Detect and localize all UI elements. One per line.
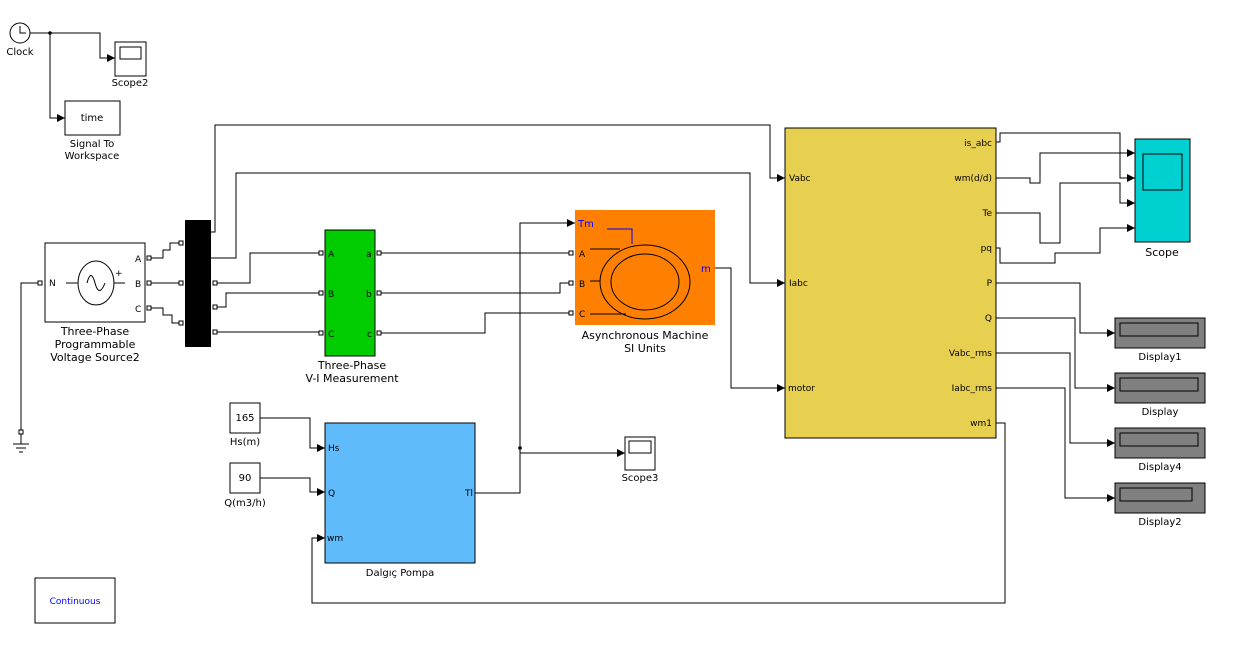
wire-is-abc[interactable] [996, 132, 1135, 182]
branch-point [48, 31, 52, 35]
display4-label: Display4 [1138, 462, 1181, 473]
ground-icon[interactable] [13, 429, 29, 453]
machine-in-b: B [579, 280, 585, 290]
scope-label: Scope [1145, 246, 1179, 259]
vi-out-b: b [366, 290, 372, 300]
display-block[interactable]: Display2 [1114, 482, 1206, 528]
powergui-label: Continuous [50, 597, 101, 607]
wire-machine-m[interactable] [715, 267, 785, 392]
wire-p[interactable] [996, 282, 1115, 337]
scope-screen-icon [1142, 153, 1183, 191]
powergui-block[interactable]: Continuous [34, 577, 116, 624]
machine-in-tm: Tm [577, 219, 594, 230]
wire-wm[interactable] [996, 149, 1135, 184]
wire-q[interactable] [260, 477, 325, 496]
pump-in-q: Q [328, 489, 335, 499]
sub-out-wm: wm(d/d) [954, 174, 992, 184]
machine-out-m: m [701, 264, 711, 275]
scope2-block[interactable]: Scope2 [112, 41, 149, 89]
scope3-block[interactable]: Scope3 [622, 436, 659, 484]
display1-label: Display1 [1138, 352, 1181, 363]
vi-in-b: B [328, 290, 334, 300]
voltage-source-block[interactable]: N A B C + Three-Phase Programmable Volta… [37, 242, 152, 364]
workspace-variable: time [81, 113, 104, 124]
scope-screen-icon [119, 46, 142, 60]
port-b: B [135, 280, 141, 290]
machine-label-2: SI Units [624, 342, 666, 355]
constant-hs-block[interactable]: 165 Hs(m) [229, 402, 261, 448]
scope-block[interactable]: Scope [1134, 138, 1191, 259]
sub-in-vabc: Vabc [789, 174, 811, 184]
pump-subsystem-block[interactable]: Hs Q wm Tl Dalgıç Pompa [324, 422, 476, 579]
clock-label: Clock [6, 47, 33, 58]
workspace-label-2: Workspace [65, 151, 120, 162]
sub-in-iabc: Iabc [789, 279, 808, 289]
pump-out-tl: Tl [464, 489, 473, 499]
display-label: Display [1142, 407, 1179, 418]
display-block[interactable]: Display4 [1114, 427, 1206, 473]
workspace-label-1: Signal To [70, 139, 114, 150]
port-a: A [135, 255, 142, 265]
constant-q-value: 90 [239, 473, 252, 484]
sub-out-wm1: wm1 [970, 419, 992, 429]
wire-pq[interactable] [996, 224, 1135, 264]
machine-label-1: Asynchronous Machine [582, 329, 709, 342]
vi-in-c: C [328, 330, 334, 340]
vi-out-c: c [367, 330, 372, 340]
asynchronous-machine-block[interactable]: Tm A B C m Asynchronous Machine SI Units [568, 210, 715, 355]
source-label-2: Programmable [55, 338, 136, 351]
simulink-canvas: Clock Scope2 time Signal To Workspace N … [6, 22, 1206, 624]
wire-vi-b[interactable] [379, 282, 571, 294]
measurement-subsystem-block[interactable]: Vabc Iabc motor is_abc wm(d/d) Te pq P Q… [784, 127, 997, 439]
constant-q-block[interactable]: 90 Q(m3/h) [224, 462, 266, 509]
sub-out-vabc-rms: Vabc_rms [949, 349, 992, 359]
sub-in-motor: motor [788, 384, 815, 394]
wire-bus-b[interactable] [215, 292, 321, 308]
sub-out-iabc-rms: Iabc_rms [952, 384, 993, 394]
sub-out-pq: pq [981, 244, 992, 254]
port-n: N [49, 279, 56, 289]
source-label-1: Three-Phase [60, 325, 130, 338]
machine-in-c: C [579, 310, 585, 320]
to-workspace-block[interactable]: time Signal To Workspace [64, 100, 121, 162]
display-block[interactable]: Display [1114, 372, 1206, 418]
pump-in-hs: Hs [328, 444, 340, 454]
plus-sign: + [115, 269, 123, 279]
branch-point [518, 446, 522, 450]
vi-label-1: Three-Phase [317, 359, 387, 372]
wire-vi-c[interactable] [379, 312, 571, 334]
wire-clock-scope2[interactable] [30, 32, 115, 62]
wire-vabc-rms[interactable] [996, 352, 1115, 447]
constant-hs-value: 165 [235, 413, 254, 424]
constant-q-label: Q(m3/h) [224, 498, 266, 509]
pump-in-wm: wm [327, 534, 343, 544]
wire-ground[interactable] [20, 282, 40, 432]
vi-out-a: a [366, 250, 372, 260]
pump-label: Dalgıç Pompa [366, 568, 434, 579]
sub-out-is-abc: is_abc [964, 139, 992, 149]
source-label-3: Voltage Source2 [50, 351, 140, 364]
wire-clock-workspace[interactable] [49, 33, 65, 122]
vi-in-a: A [328, 250, 335, 260]
scope2-label: Scope2 [112, 78, 149, 89]
constant-hs-label: Hs(m) [230, 437, 260, 448]
sub-out-te: Te [981, 209, 992, 219]
wire-source-a[interactable] [149, 242, 181, 259]
wire-source-c[interactable] [149, 307, 181, 324]
wire-hs[interactable] [260, 417, 325, 452]
machine-in-a: A [579, 250, 586, 260]
clock-icon [9, 22, 31, 44]
vi-label-2: V-I Measurement [305, 372, 399, 385]
display2-label: Display2 [1138, 517, 1181, 528]
wire-te[interactable] [996, 182, 1135, 244]
sub-out-q: Q [985, 314, 992, 324]
sub-out-p: P [987, 279, 993, 289]
scope3-label: Scope3 [622, 473, 659, 484]
display-block[interactable]: Display1 [1114, 317, 1206, 363]
bus-bar-block[interactable] [178, 220, 218, 347]
scope-screen-icon [628, 440, 652, 454]
port-c: C [135, 305, 141, 315]
clock-block[interactable]: Clock [6, 22, 34, 58]
